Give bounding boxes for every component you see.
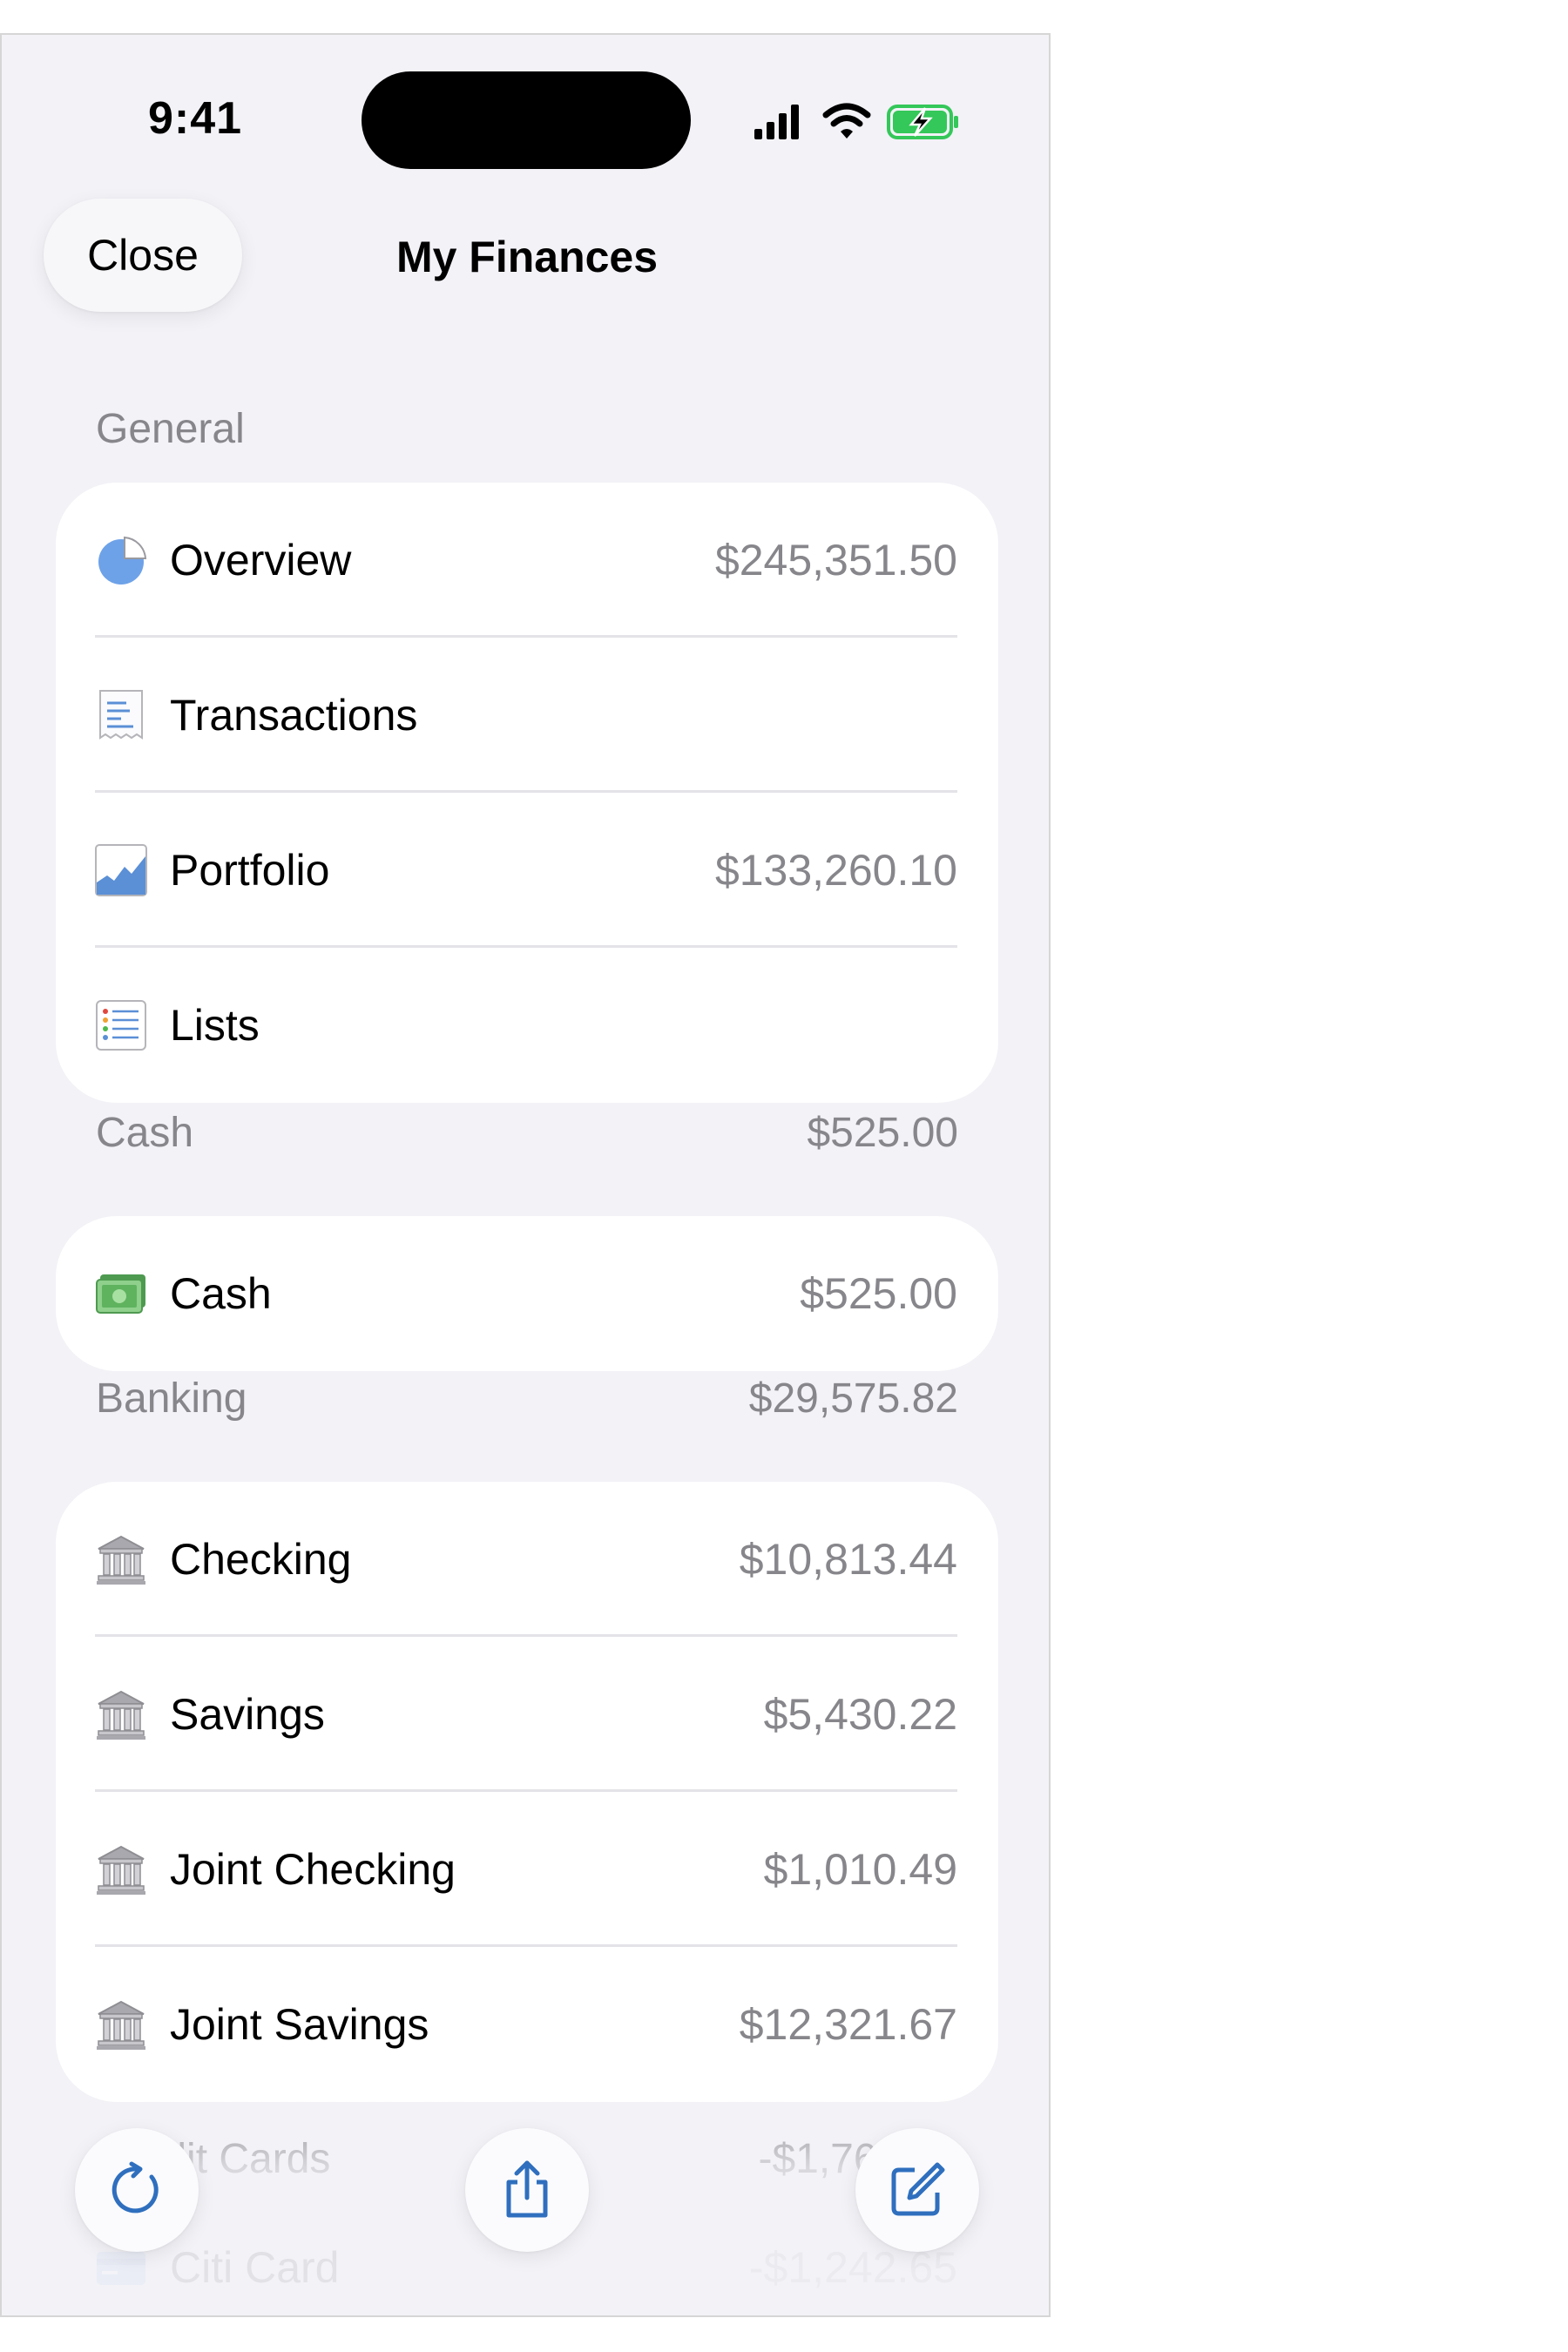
row-label: Citi Card [170,2243,340,2292]
dynamic-island [362,71,691,169]
row-label: Joint Checking [170,1845,456,1894]
share-icon [506,2160,548,2218]
list-item-checking[interactable]: Checking $10,813.44 [56,1482,998,1637]
row-label: Cash [170,1269,272,1318]
wifi-icon [822,103,871,139]
section-total: $525.00 [807,1109,958,1156]
row-value: $525.00 [800,1269,957,1318]
bank-icon [97,2000,145,2050]
section-header-cash: Cash $525.00 [96,1106,958,1159]
banking-card: Checking $10,813.44 Savings $5,430.22 Jo… [56,1482,998,2102]
list-item-transactions[interactable]: Transactions [56,638,998,793]
section-title: Banking [96,1375,247,1422]
row-label: Lists [170,1001,260,1050]
refresh-button[interactable] [75,2128,199,2252]
list-icon [96,1000,146,1051]
row-value: $5,430.22 [763,1690,957,1739]
cellular-signal-icon [754,105,799,139]
bank-icon [97,1690,145,1740]
section-header-general: General [96,402,958,455]
compose-button[interactable] [855,2128,979,2252]
cash-card: Cash $525.00 [56,1216,998,1371]
section-title: General [96,405,245,452]
section-title: Cash [96,1109,194,1156]
banknote-icon [96,1274,145,1314]
area-chart-icon [95,844,147,896]
row-value: $245,351.50 [714,536,957,585]
row-value: $133,260.10 [714,846,957,895]
section-header-banking: Banking $29,575.82 [96,1372,958,1424]
row-value: $12,321.67 [739,2000,957,2049]
row-label: Savings [170,1690,325,1739]
row-label: Transactions [170,691,418,740]
status-time: 9:41 [148,93,243,144]
pie-chart-icon [98,536,147,585]
general-card: Overview $245,351.50 Transactions Portfo… [56,483,998,1103]
refresh-icon [112,2161,159,2213]
row-label: Joint Savings [170,2000,429,2049]
bank-icon [97,1845,145,1895]
list-item-joint-savings[interactable]: Joint Savings $12,321.67 [56,1947,998,2102]
section-total: $29,575.82 [748,1375,958,1422]
row-label: Overview [170,536,352,585]
list-item-portfolio[interactable]: Portfolio $133,260.10 [56,793,998,948]
status-icons [753,103,962,141]
share-button[interactable] [465,2128,589,2252]
phone-screen: 9:41 Close My Finances General Overview … [0,33,1051,2317]
receipt-icon [99,690,143,740]
list-item-lists[interactable]: Lists [56,948,998,1103]
row-value: $10,813.44 [739,1535,957,1584]
list-item-savings[interactable]: Savings $5,430.22 [56,1637,998,1792]
row-label: Portfolio [170,846,330,895]
list-item-joint-checking[interactable]: Joint Checking $1,010.49 [56,1792,998,1947]
list-item-cash[interactable]: Cash $525.00 [56,1216,998,1371]
list-item-overview[interactable]: Overview $245,351.50 [56,483,998,638]
compose-icon [891,2162,945,2216]
bank-icon [97,1535,145,1585]
row-label: Checking [170,1535,352,1584]
row-value: $1,010.49 [763,1845,957,1894]
battery-charging-icon [887,105,958,139]
page-title: My Finances [395,233,659,281]
